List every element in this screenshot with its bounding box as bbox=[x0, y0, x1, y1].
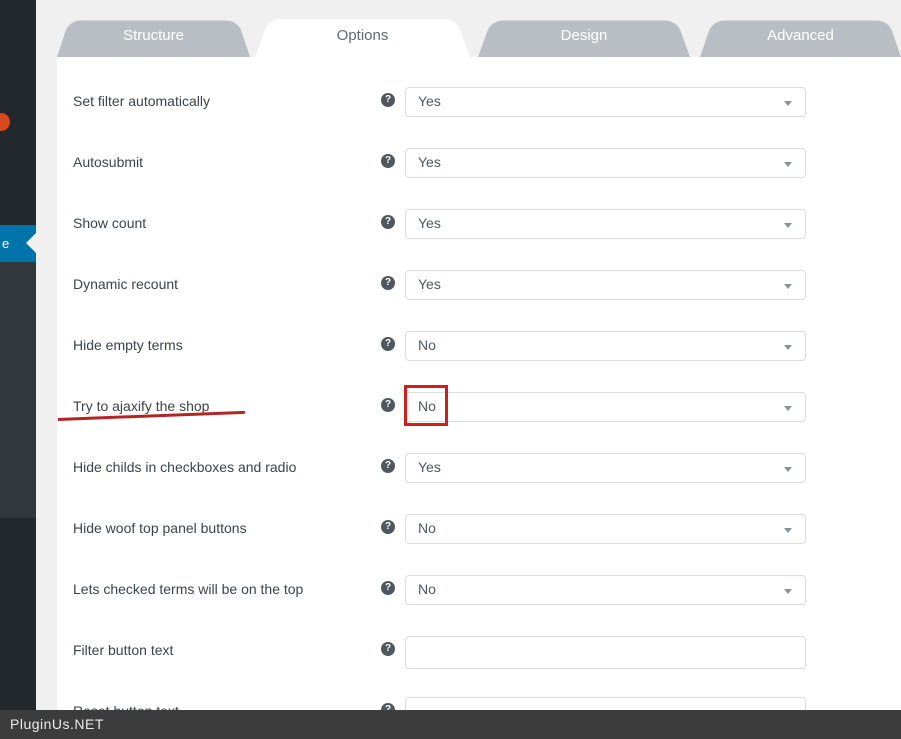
chevron-down-icon bbox=[784, 101, 792, 106]
autosubmit-dropdown[interactable]: Yes bbox=[405, 148, 806, 178]
hide-childs-dropdown[interactable]: Yes bbox=[405, 453, 806, 483]
tab-advanced-label: Advanced bbox=[767, 27, 834, 44]
setting-label: Hide empty terms bbox=[73, 337, 183, 353]
tab-options[interactable]: Options bbox=[255, 13, 470, 57]
setting-label: Dynamic recount bbox=[73, 276, 179, 292]
setting-label: Set filter automatically bbox=[73, 93, 210, 109]
help-icon[interactable]: ? bbox=[381, 581, 395, 595]
sidebar-item-label: e bbox=[2, 236, 10, 251]
setting-label: Lets checked terms will be on the top bbox=[73, 581, 304, 597]
chevron-down-icon bbox=[784, 589, 792, 594]
setting-row-set-filter-automatically: Set filter automatically ? Yes bbox=[57, 87, 901, 131]
sidebar-submenu-group bbox=[0, 262, 36, 518]
dropdown-selected-value: No bbox=[418, 520, 436, 536]
setting-label: Autosubmit bbox=[73, 154, 144, 170]
help-icon[interactable]: ? bbox=[381, 215, 395, 229]
help-icon[interactable]: ? bbox=[381, 459, 395, 473]
setting-row-filter-button-text: Filter button text ? bbox=[57, 636, 901, 680]
tab-structure-label: Structure bbox=[123, 27, 184, 44]
tab-options-label: Options bbox=[336, 27, 389, 44]
filter-button-text-input[interactable] bbox=[405, 636, 806, 669]
tab-advanced[interactable]: Advanced bbox=[700, 15, 901, 57]
current-item-arrow-icon bbox=[26, 233, 36, 253]
hide-empty-terms-dropdown[interactable]: No bbox=[405, 331, 806, 361]
tab-design[interactable]: Design bbox=[478, 15, 690, 57]
options-tab-panel: Set filter automatically ? Yes Autosubmi… bbox=[57, 57, 901, 739]
chevron-down-icon bbox=[784, 284, 792, 289]
help-icon[interactable]: ? bbox=[381, 398, 395, 412]
dropdown-selected-value: No bbox=[418, 398, 436, 414]
admin-sidebar: e bbox=[0, 0, 36, 739]
dropdown-selected-value: Yes bbox=[418, 154, 441, 170]
setting-row-autosubmit: Autosubmit ? Yes bbox=[57, 148, 901, 192]
help-icon[interactable]: ? bbox=[381, 93, 395, 107]
help-icon[interactable]: ? bbox=[381, 642, 395, 656]
setting-row-hide-woof-top-panel-buttons: Hide woof top panel buttons ? No bbox=[57, 514, 901, 558]
setting-label: Hide woof top panel buttons bbox=[73, 520, 247, 536]
watermark-bar: PluginUs.NET bbox=[0, 710, 901, 739]
tab-structure[interactable]: Structure bbox=[57, 15, 250, 57]
dynamic-recount-dropdown[interactable]: Yes bbox=[405, 270, 806, 300]
woof-plugin-settings-page: e Structure Options Design Advanced Set … bbox=[0, 0, 901, 739]
dropdown-selected-value: Yes bbox=[418, 276, 441, 292]
setting-label: Try to ajaxify the shop bbox=[73, 398, 210, 414]
try-to-ajaxify-the-shop-dropdown[interactable]: No bbox=[405, 392, 806, 422]
dropdown-selected-value: Yes bbox=[418, 215, 441, 231]
chevron-down-icon bbox=[784, 467, 792, 472]
help-icon[interactable]: ? bbox=[381, 520, 395, 534]
help-icon[interactable]: ? bbox=[381, 337, 395, 351]
chevron-down-icon bbox=[784, 528, 792, 533]
checked-terms-on-top-dropdown[interactable]: No bbox=[405, 575, 806, 605]
hide-woof-top-panel-buttons-dropdown[interactable]: No bbox=[405, 514, 806, 544]
show-count-dropdown[interactable]: Yes bbox=[405, 209, 806, 239]
tab-design-label: Design bbox=[560, 27, 608, 44]
setting-row-dynamic-recount: Dynamic recount ? Yes bbox=[57, 270, 901, 314]
setting-row-hide-empty-terms: Hide empty terms ? No bbox=[57, 331, 901, 375]
dropdown-selected-value: Yes bbox=[418, 459, 441, 475]
setting-label: Show count bbox=[73, 215, 147, 231]
watermark-text: PluginUs.NET bbox=[10, 716, 104, 732]
setting-label: Filter button text bbox=[73, 642, 174, 658]
setting-row-lets-checked-terms-on-top: Lets checked terms will be on the top ? … bbox=[57, 575, 901, 619]
help-icon[interactable]: ? bbox=[381, 154, 395, 168]
chevron-down-icon bbox=[784, 162, 792, 167]
dropdown-selected-value: No bbox=[418, 581, 436, 597]
chevron-down-icon bbox=[784, 223, 792, 228]
dropdown-selected-value: No bbox=[418, 337, 436, 353]
set-filter-automatically-dropdown[interactable]: Yes bbox=[405, 87, 806, 117]
dropdown-selected-value: Yes bbox=[418, 93, 441, 109]
sidebar-current-menu-item[interactable]: e bbox=[0, 225, 36, 262]
help-icon[interactable]: ? bbox=[381, 276, 395, 290]
setting-label: Hide childs in checkboxes and radio bbox=[73, 459, 297, 475]
setting-row-show-count: Show count ? Yes bbox=[57, 209, 901, 253]
notification-badge-icon bbox=[0, 113, 10, 131]
chevron-down-icon bbox=[784, 406, 792, 411]
setting-row-hide-childs-in-checkboxes-and-radio: Hide childs in checkboxes and radio ? Ye… bbox=[57, 453, 901, 497]
chevron-down-icon bbox=[784, 345, 792, 350]
